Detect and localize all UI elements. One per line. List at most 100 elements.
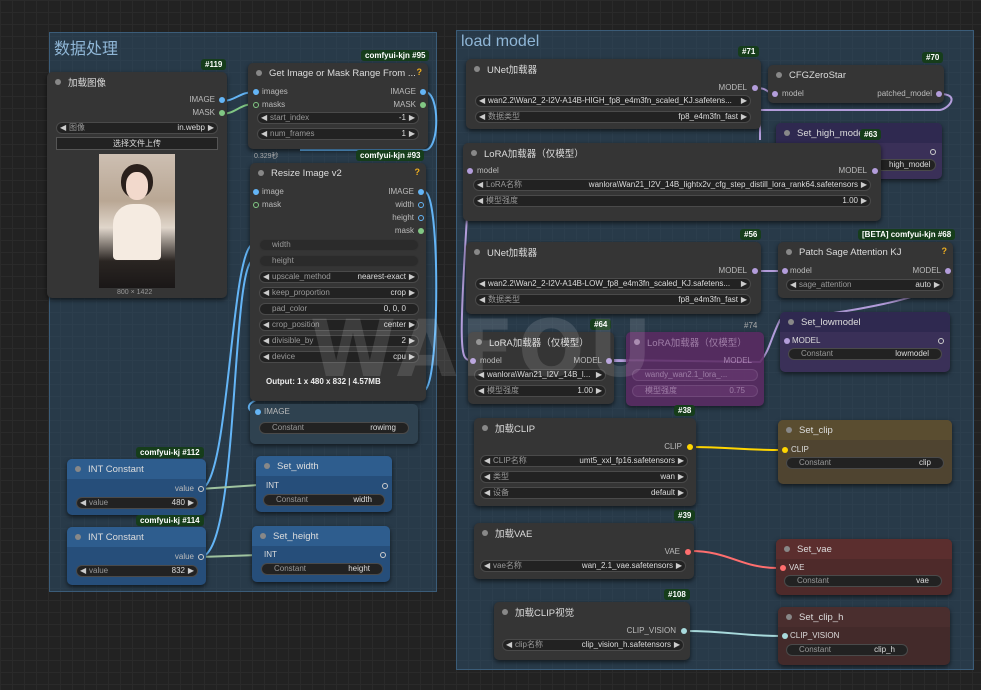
collapse-dot-icon[interactable] — [474, 249, 480, 255]
load-image-node[interactable]: 加载图像 IMAGE MASK ◀ 图像 in.webp ▶ 选择文件上传 800 ×… — [47, 72, 227, 298]
patch-sage-attention-node[interactable]: Patch Sage Attention KJ ? model MODEL ◀ s… — [778, 242, 953, 298]
output-value-pin[interactable] — [198, 486, 204, 492]
collapse-dot-icon[interactable] — [256, 70, 262, 76]
input-clip-pin[interactable] — [782, 447, 788, 453]
vae-name-widget[interactable]: ◀ vae名称 wan_2.1_vae.safetensors ▶ — [480, 560, 686, 572]
input-masks-pin[interactable] — [253, 102, 259, 108]
constant-widget[interactable]: Constant width — [263, 494, 385, 506]
start-index-widget[interactable]: ◀ start_index -1 ▶ — [257, 112, 419, 124]
set-image-node[interactable]: IMAGE Constant rowimg — [250, 404, 418, 444]
collapse-dot-icon[interactable] — [75, 534, 81, 540]
load-vae-node[interactable]: 加载VAE VAE ◀ vae名称 wan_2.1_vae.safetensors ▶ — [474, 523, 694, 579]
collapse-dot-icon[interactable] — [776, 72, 782, 78]
load-clip-node[interactable]: 加载CLIP CLIP ◀ CLIP名称 umt5_xxl_fp16.safeten… — [474, 418, 696, 506]
sage-attention-widget[interactable]: ◀ sage_attention auto ▶ — [786, 279, 944, 291]
load-clip-vision-node[interactable]: 加载CLIP视觉 CLIP_VISION ◀ clip名称 clip_vision_… — [494, 602, 690, 660]
help-icon[interactable]: ? — [942, 246, 948, 256]
upscale-method-widget[interactable]: ◀ upscale_method nearest-exact ▶ — [259, 271, 419, 283]
unet-loader-high-node[interactable]: UNet加载器 MODEL ◀ wan2.2\Wan2_2-I2V-A14B-HI… — [466, 59, 761, 129]
collapse-dot-icon[interactable] — [786, 614, 792, 620]
input-model-pin[interactable] — [467, 168, 473, 174]
output-clip-vision-pin[interactable] — [681, 628, 687, 634]
dtype-widget[interactable]: ◀ 数据类型 fp8_e4m3fn_fast ▶ — [475, 111, 751, 123]
collapse-dot-icon[interactable] — [471, 150, 477, 156]
output-mask-pin[interactable] — [420, 102, 426, 108]
output-pin[interactable] — [380, 552, 386, 558]
output-clip-pin[interactable] — [687, 444, 693, 450]
help-icon[interactable]: ? — [415, 167, 421, 177]
collapse-dot-icon[interactable] — [786, 249, 792, 255]
output-image-pin[interactable] — [420, 89, 426, 95]
lora-loader-high-node[interactable]: LoRA加载器（仅模型） model MODEL ◀ LoRA名称 wanlora\… — [463, 143, 881, 221]
collapse-dot-icon[interactable] — [482, 425, 488, 431]
input-model-pin[interactable] — [784, 338, 790, 344]
output-pin[interactable] — [938, 338, 944, 344]
output-model-pin[interactable] — [752, 268, 758, 274]
collapse-dot-icon[interactable] — [786, 427, 792, 433]
clip-type-widget[interactable]: ◀ 类型 wan ▶ — [480, 471, 688, 483]
collapse-dot-icon[interactable] — [482, 530, 488, 536]
constant-widget[interactable]: Constant lowmodel — [788, 348, 942, 360]
set-clip-node[interactable]: Set_clip CLIP Constant clip — [778, 420, 952, 484]
collapse-dot-icon[interactable] — [55, 79, 61, 85]
device-widget[interactable]: ◀ 设备 default ▶ — [480, 487, 688, 499]
output-pin[interactable] — [930, 149, 936, 155]
cfg-zero-star-node[interactable]: CFGZeroStar model patched_model — [768, 65, 944, 103]
value-widget[interactable]: ◀ value 832 ▶ — [76, 565, 198, 577]
input-mask-pin[interactable] — [253, 202, 259, 208]
keep-proportion-widget[interactable]: ◀ keep_proportion crop ▶ — [259, 287, 419, 299]
output-model-pin[interactable] — [945, 268, 951, 274]
constant-widget[interactable]: high_model — [876, 159, 936, 171]
set-clip-h-node[interactable]: Set_clip_h CLIP_VISION Constant clip_h — [778, 607, 950, 665]
unet-loader-low-node[interactable]: UNet加载器 MODEL ◀ wan2.2\Wan2_2-I2V-A14B-LO… — [466, 242, 761, 314]
constant-widget[interactable]: Constant rowimg — [259, 422, 409, 434]
collapse-dot-icon[interactable] — [502, 609, 508, 615]
collapse-dot-icon[interactable] — [75, 466, 81, 472]
input-clip-vision-pin[interactable] — [782, 633, 788, 639]
image-select[interactable]: ◀ 图像 in.webp ▶ — [56, 122, 218, 134]
value-widget[interactable]: ◀ value 480 ▶ — [76, 497, 198, 509]
set-width-node[interactable]: Set_width INT Constant width — [256, 456, 392, 512]
upload-button[interactable]: 选择文件上传 — [56, 137, 218, 150]
clip-vision-name-widget[interactable]: ◀ clip名称 clip_vision_h.safetensors ▶ — [502, 639, 684, 651]
input-vae-pin[interactable] — [780, 565, 786, 571]
get-image-range-node[interactable]: Get Image or Mask Range From ... ? image… — [248, 63, 428, 149]
collapse-dot-icon[interactable] — [258, 170, 264, 176]
output-mask-pin[interactable] — [418, 228, 424, 234]
input-model-pin[interactable] — [782, 268, 788, 274]
input-model-pin[interactable] — [772, 91, 778, 97]
collapse-dot-icon[interactable] — [788, 319, 794, 325]
width-widget[interactable]: width — [259, 239, 419, 251]
output-value-pin[interactable] — [198, 554, 204, 560]
constant-widget[interactable]: Constant clip — [786, 457, 944, 469]
clip-name-widget[interactable]: ◀ CLIP名称 umt5_xxl_fp16.safetensors ▶ — [480, 455, 688, 467]
output-patched-model-pin[interactable] — [936, 91, 942, 97]
int-constant-width-node[interactable]: INT Constant value ◀ value 480 ▶ — [67, 459, 206, 515]
output-model-pin[interactable] — [872, 168, 878, 174]
unet-name-widget[interactable]: ◀ wan2.2\Wan2_2-I2V-A14B-HIGH_fp8_e4m3fn_… — [475, 95, 751, 107]
input-image-pin[interactable] — [253, 189, 259, 195]
output-mask-pin[interactable] — [219, 110, 225, 116]
output-image-pin[interactable] — [418, 189, 424, 195]
unet-name-widget[interactable]: ◀ wan2.2\Wan2_2-I2V-A14B-LOW_fp8_e4m3fn_s… — [475, 278, 751, 290]
output-width-pin[interactable] — [418, 202, 424, 208]
help-icon[interactable]: ? — [417, 67, 423, 77]
input-image-pin[interactable] — [255, 409, 261, 415]
strength-widget[interactable]: ◀ 模型强度 1.00 ▶ — [473, 195, 871, 207]
constant-widget[interactable]: Constant vae — [784, 575, 942, 587]
collapse-dot-icon[interactable] — [784, 130, 790, 136]
output-pin[interactable] — [382, 483, 388, 489]
output-model-pin[interactable] — [752, 85, 758, 91]
collapse-dot-icon[interactable] — [474, 66, 480, 72]
collapse-dot-icon[interactable] — [264, 463, 270, 469]
output-vae-pin[interactable] — [685, 549, 691, 555]
set-height-node[interactable]: Set_height INT Constant height — [252, 526, 390, 582]
constant-widget[interactable]: Constant clip_h — [786, 644, 908, 656]
set-lowmodel-node[interactable]: Set_lowmodel MODEL Constant lowmodel — [780, 312, 950, 372]
num-frames-widget[interactable]: ◀ num_frames 1 ▶ — [257, 128, 419, 140]
input-images-pin[interactable] — [253, 89, 259, 95]
output-image-pin[interactable] — [219, 97, 225, 103]
int-constant-height-node[interactable]: INT Constant value ◀ value 832 ▶ — [67, 527, 206, 585]
constant-widget[interactable]: Constant height — [261, 563, 383, 575]
collapse-dot-icon[interactable] — [260, 533, 266, 539]
